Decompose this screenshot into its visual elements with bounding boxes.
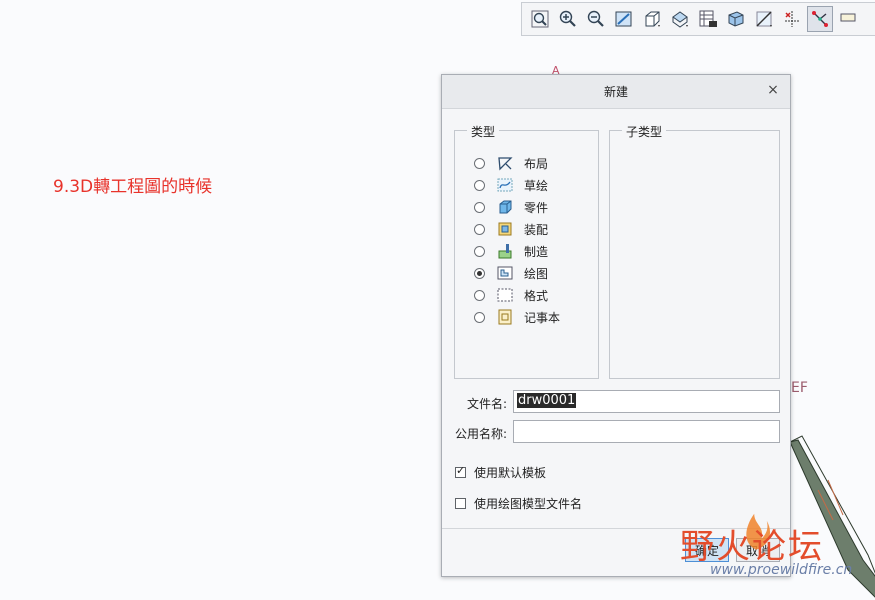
display-style-button[interactable]: [723, 6, 749, 32]
manufacturing-icon: [498, 244, 512, 259]
layout-icon: [498, 157, 513, 171]
filename-input[interactable]: drw0001: [513, 390, 780, 413]
sketch-display-icon: [812, 11, 828, 27]
saved-views-button[interactable]: [667, 6, 693, 32]
notebook-radio[interactable]: [474, 311, 485, 323]
use-default-template-checkbox[interactable]: [455, 464, 466, 478]
annotation-display-button[interactable]: [835, 6, 861, 32]
type-option-layout[interactable]: 布局: [474, 154, 548, 172]
new-file-dialog: 新建 × 类型 布局 草绘 零件 装配 制造 绘图 格式 记事本 子类型 文件名…: [441, 74, 791, 577]
sketch-icon: [497, 178, 513, 192]
type-label: 草绘: [524, 178, 549, 193]
type-option-part[interactable]: 零件: [474, 198, 548, 216]
dialog-footer-divider: [442, 528, 790, 529]
type-label: 装配: [524, 222, 549, 237]
zoom-in-button[interactable]: [555, 6, 581, 32]
sketch-radio[interactable]: [474, 179, 485, 191]
type-group-label: 类型: [467, 123, 500, 140]
type-label: 绘图: [524, 266, 549, 281]
notebook-icon: [498, 309, 512, 325]
type-label: 格式: [524, 288, 549, 303]
view-toolbar: [521, 2, 875, 36]
datum-display-icon: [756, 11, 772, 27]
part-radio[interactable]: [474, 201, 485, 213]
model-label-ef: EF: [791, 380, 808, 396]
use-drawing-model-name-checkbox[interactable]: [455, 498, 466, 509]
type-option-manufacturing[interactable]: 制造: [474, 242, 548, 260]
view-manager-icon: [699, 10, 717, 27]
zoom-in-icon: [559, 10, 576, 27]
display-style-icon: [728, 11, 744, 27]
filename-value: drw0001: [517, 393, 577, 408]
assembly-radio[interactable]: [474, 223, 485, 235]
saved-views-icon: [672, 11, 688, 28]
repaint-icon: [615, 11, 632, 27]
type-option-drawing[interactable]: 绘图: [474, 264, 548, 282]
view-cube-button[interactable]: [639, 6, 665, 32]
dialog-titlebar[interactable]: 新建 ×: [442, 75, 790, 109]
annotation-display-icon: [840, 13, 856, 22]
sketch-display-button[interactable]: [807, 6, 833, 32]
model-geometry: [789, 435, 875, 598]
use-drawing-model-name-label: 使用绘图模型文件名: [474, 497, 583, 511]
zoom-out-button[interactable]: [583, 6, 609, 32]
common-name-input[interactable]: [513, 420, 780, 443]
part-icon: [499, 200, 512, 214]
drawing-icon: [497, 266, 513, 280]
spin-center-button[interactable]: [779, 6, 805, 32]
zoom-fit-icon: [531, 10, 549, 28]
type-label: 制造: [524, 244, 549, 259]
zoom-fit-button[interactable]: [527, 6, 553, 32]
datum-display-button[interactable]: [751, 6, 777, 32]
spin-center-icon: [785, 11, 799, 27]
type-option-notebook[interactable]: 记事本: [474, 308, 560, 326]
type-option-sketch[interactable]: 草绘: [474, 176, 548, 194]
zoom-out-icon: [587, 10, 604, 27]
cancel-button[interactable]: 取消: [736, 538, 780, 562]
manufacturing-radio[interactable]: [474, 245, 485, 257]
use-drawing-model-name-option[interactable]: 使用绘图模型文件名: [455, 495, 582, 512]
subtype-group-label: 子类型: [622, 123, 667, 140]
format-icon: [497, 288, 513, 302]
dialog-title: 新建: [603, 85, 628, 99]
caption-text: 9.3D轉工程圖的時候: [53, 177, 213, 197]
ok-button[interactable]: 确定: [685, 538, 729, 562]
drawing-radio[interactable]: [474, 267, 485, 279]
view-cube-icon: [645, 11, 660, 27]
common-name-label: 公用名称:: [455, 427, 508, 441]
type-option-format[interactable]: 格式: [474, 286, 548, 304]
type-label: 布局: [524, 156, 549, 171]
type-option-assembly[interactable]: 装配: [474, 220, 548, 238]
use-default-template-option[interactable]: 使用默认模板: [455, 464, 546, 481]
use-default-template-label: 使用默认模板: [474, 466, 547, 480]
view-manager-button[interactable]: [695, 6, 721, 32]
close-icon[interactable]: ×: [765, 82, 781, 98]
layout-radio[interactable]: [474, 157, 485, 169]
repaint-button[interactable]: [611, 6, 637, 32]
subtype-group: 子类型: [609, 123, 780, 379]
type-label: 零件: [524, 200, 549, 215]
type-group: 类型 布局 草绘 零件 装配 制造 绘图 格式 记事本: [454, 123, 599, 379]
assembly-icon: [498, 222, 512, 236]
format-radio[interactable]: [474, 289, 485, 301]
filename-label: 文件名:: [467, 397, 508, 411]
type-label: 记事本: [524, 310, 561, 325]
